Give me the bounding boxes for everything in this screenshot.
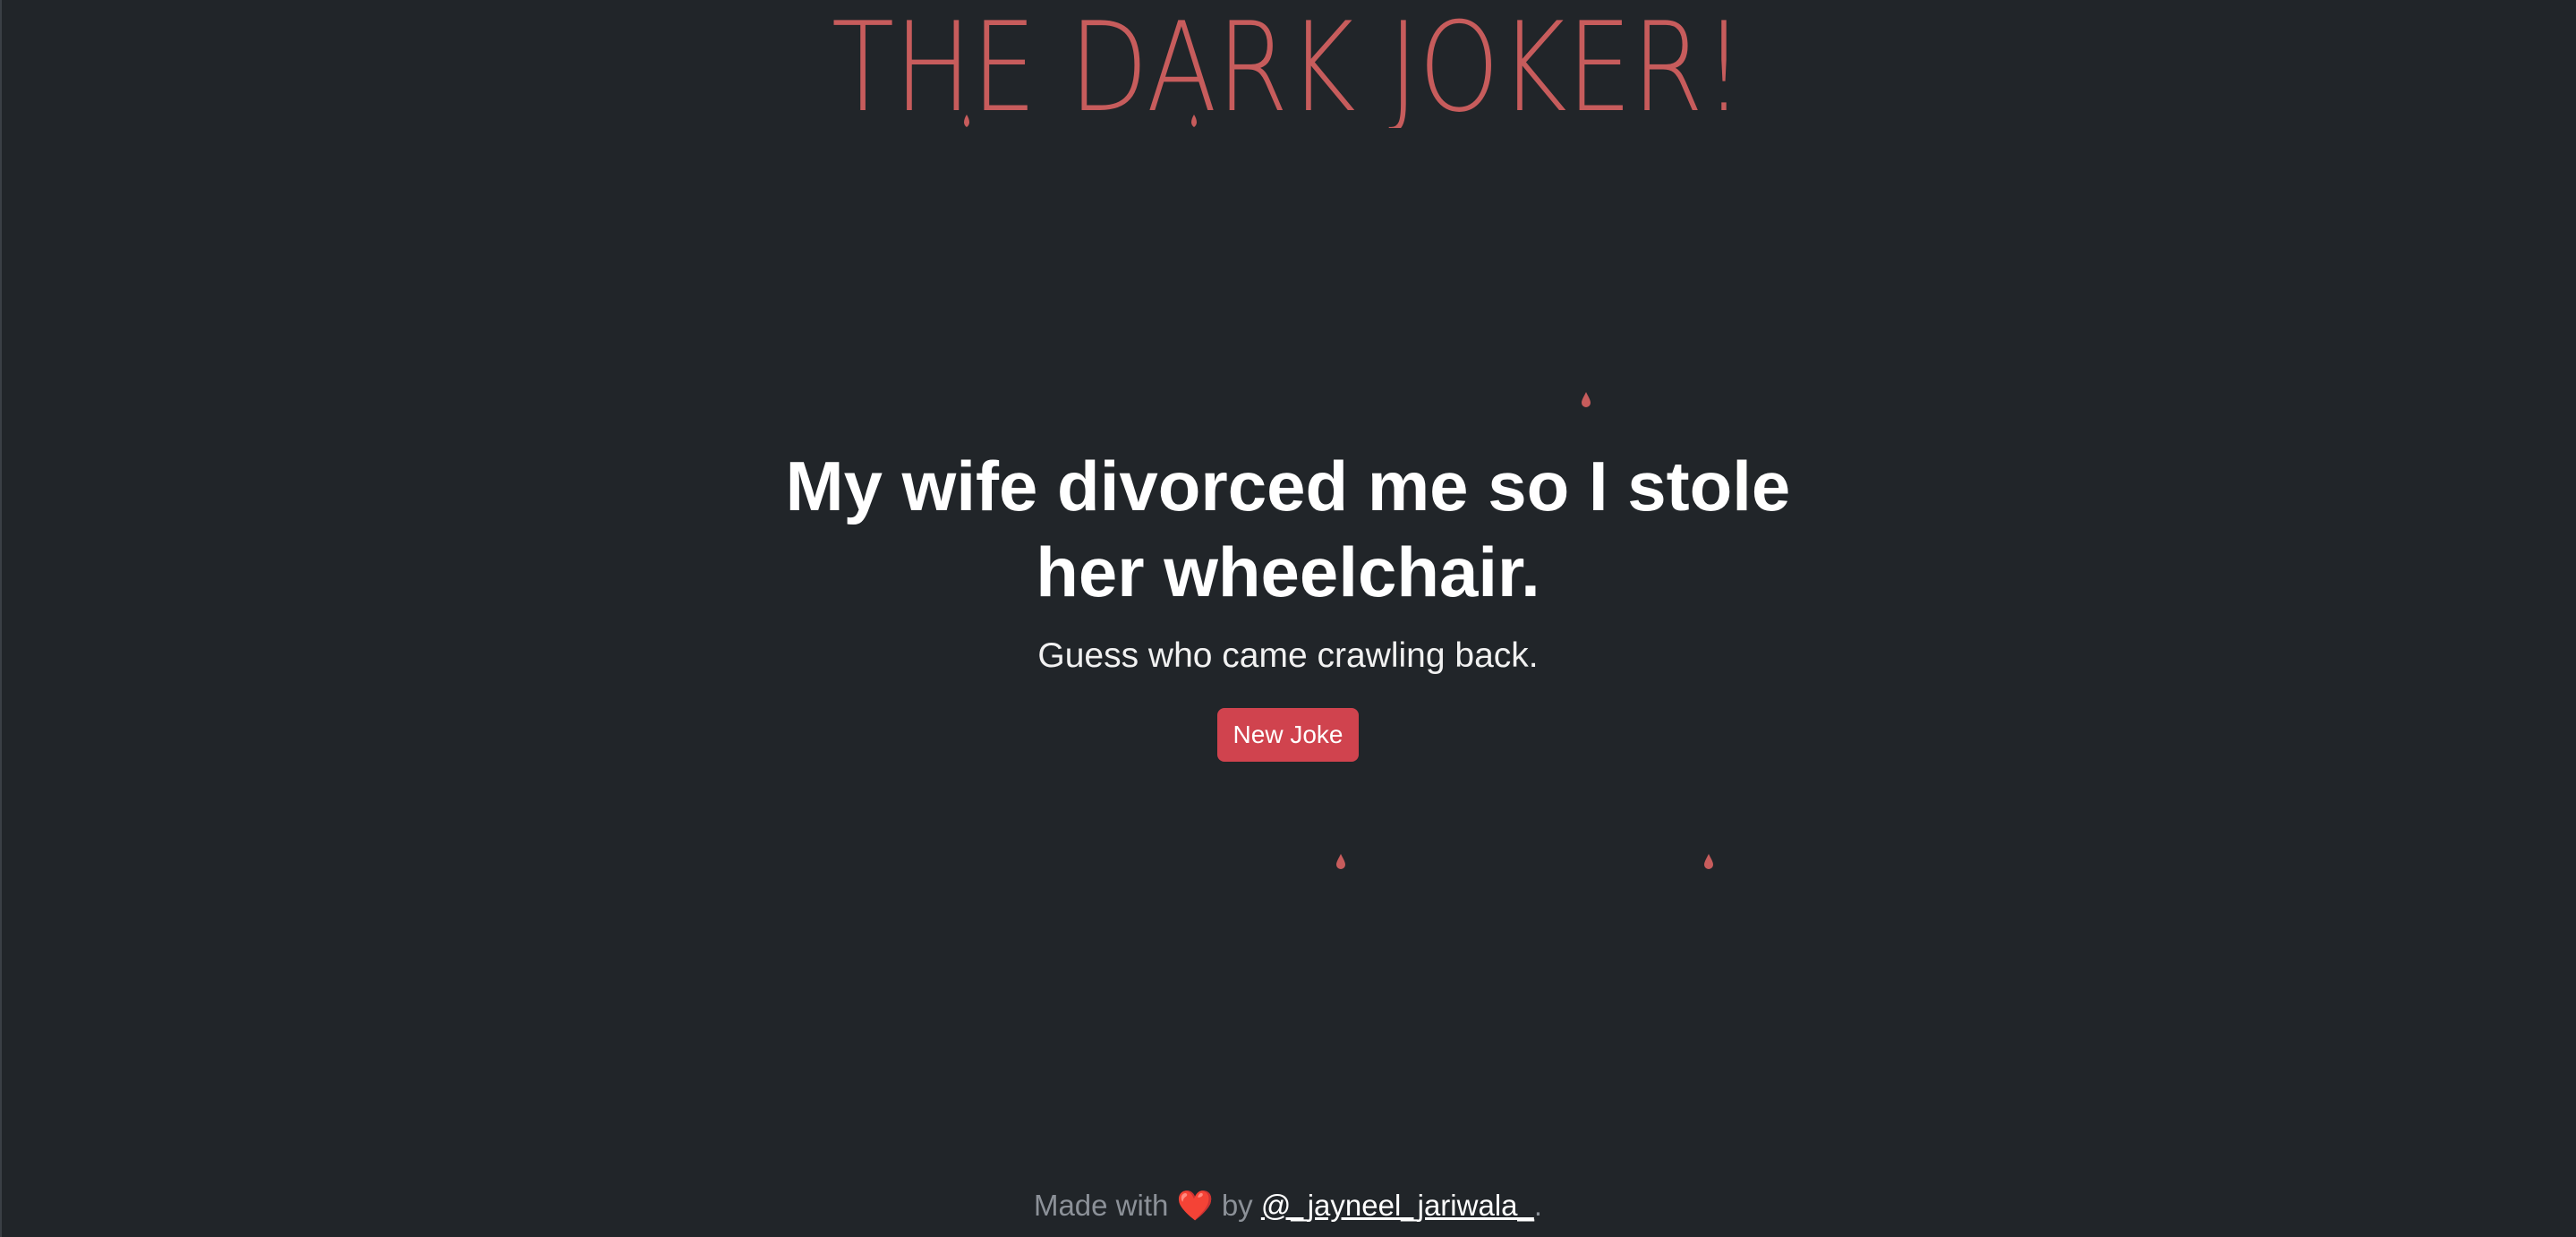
footer: Made with ❤️ by @_jayneel_jariwala_. [0,1184,2576,1227]
joke-container: My wife divorced me so I stole her wheel… [0,443,2576,762]
footer-by: by [1221,1189,1253,1222]
new-joke-button[interactable]: New Joke [1216,708,1360,762]
joke-setup: My wife divorced me so I stole her wheel… [785,447,1791,611]
site-logo: THE DARK JOKER! [0,7,2576,128]
footer-prefix: Made with [1033,1189,1169,1222]
author-link[interactable]: @_jayneel_jariwala_ [1261,1189,1534,1222]
blood-drop-icon [1704,854,1713,869]
logo-text: THE DARK JOKER! [832,7,1744,128]
footer-suffix: . [1533,1189,1543,1222]
joke-punchline: Guess who came crawling back. [1037,636,1539,675]
heart-icon: ❤️ [1176,1189,1214,1222]
blood-drop-icon [1582,392,1591,407]
blood-drop-icon [1336,854,1345,869]
